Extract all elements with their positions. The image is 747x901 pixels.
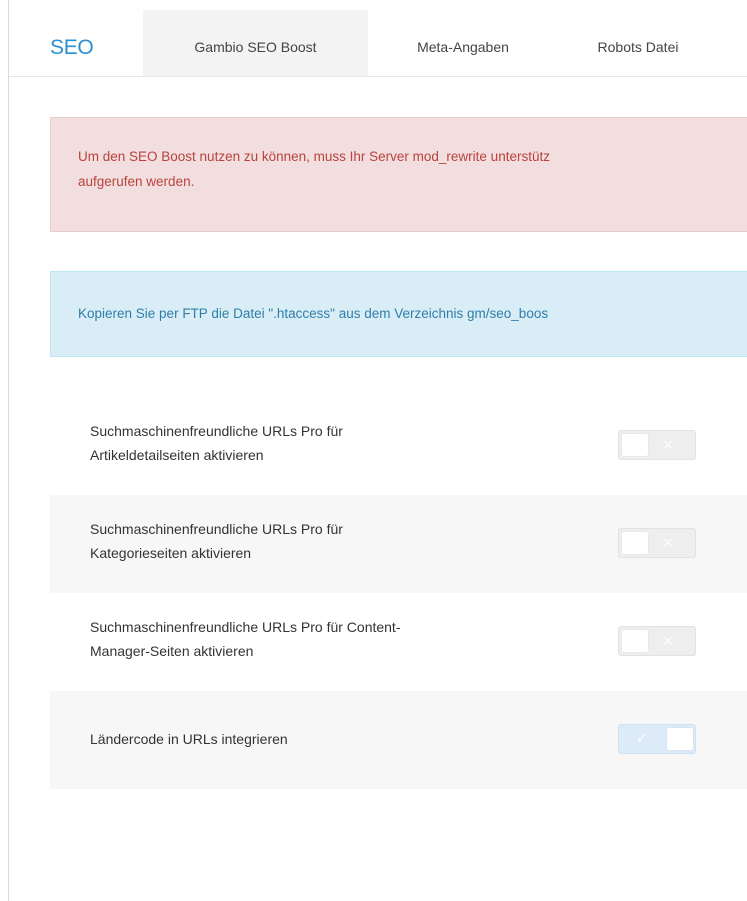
alert-danger-line-2: aufgerufen werden. xyxy=(78,174,195,189)
setting-row-category-urls: Suchmaschinenfreundliche URLs Pro für Ka… xyxy=(50,495,747,593)
country-code-urls-toggle[interactable]: ✓ xyxy=(618,724,696,754)
htaccess-info-alert: Kopieren Sie per FTP die Datei ".htacces… xyxy=(50,271,747,357)
setting-label-line-1: Suchmaschinenfreundliche URLs Pro für Co… xyxy=(90,619,401,635)
setting-label-line-2: Kategorieseiten aktivieren xyxy=(90,545,252,561)
setting-row-country-code-urls: Ländercode in URLs integrieren ✓ xyxy=(50,691,747,789)
settings-list: Suchmaschinenfreundliche URLs Pro für Ar… xyxy=(50,397,747,789)
check-icon: ✓ xyxy=(636,731,648,747)
setting-label: Ländercode in URLs integrieren xyxy=(90,727,560,751)
content-manager-urls-toggle[interactable]: × xyxy=(618,626,696,656)
toggle-knob xyxy=(622,434,648,456)
tab-bar: SEO Gambio SEO Boost Meta-Angaben Robots… xyxy=(9,0,747,77)
setting-label-line-2: Manager-Seiten aktivieren xyxy=(90,643,254,659)
category-urls-toggle[interactable]: × xyxy=(618,528,696,558)
setting-label: Suchmaschinenfreundliche URLs Pro für Co… xyxy=(90,615,560,663)
setting-row-article-detail-urls: Suchmaschinenfreundliche URLs Pro für Ar… xyxy=(50,397,747,495)
setting-label-line-1: Suchmaschinenfreundliche URLs Pro für xyxy=(90,521,343,537)
toggle-knob xyxy=(622,630,648,652)
mod-rewrite-warning-alert: Um den SEO Boost nutzen zu können, muss … xyxy=(50,117,747,232)
toggle-knob xyxy=(622,532,648,554)
close-icon: × xyxy=(662,437,674,453)
setting-label: Suchmaschinenfreundliche URLs Pro für Ar… xyxy=(90,419,560,467)
setting-label-line-2: Artikeldetailseiten aktivieren xyxy=(90,447,264,463)
tab-robots-datei[interactable]: Robots Datei xyxy=(558,10,718,76)
setting-label-line-1: Suchmaschinenfreundliche URLs Pro für xyxy=(90,423,343,439)
toggle-knob xyxy=(667,728,693,750)
setting-label: Suchmaschinenfreundliche URLs Pro für Ka… xyxy=(90,517,560,565)
page-title: SEO xyxy=(50,36,94,59)
setting-row-content-manager-urls: Suchmaschinenfreundliche URLs Pro für Co… xyxy=(50,593,747,691)
tab-gambio-seo-boost[interactable]: Gambio SEO Boost xyxy=(143,10,368,76)
seo-settings-page: SEO Gambio SEO Boost Meta-Angaben Robots… xyxy=(9,0,747,901)
close-icon: × xyxy=(662,535,674,551)
close-icon: × xyxy=(662,633,674,649)
alert-danger-line-1: Um den SEO Boost nutzen zu können, muss … xyxy=(78,149,550,164)
tab-meta-angaben[interactable]: Meta-Angaben xyxy=(368,10,558,76)
article-detail-urls-toggle[interactable]: × xyxy=(618,430,696,460)
alert-info-text: Kopieren Sie per FTP die Datei ".htacces… xyxy=(78,306,549,321)
setting-label-line-1: Ländercode in URLs integrieren xyxy=(90,731,288,747)
